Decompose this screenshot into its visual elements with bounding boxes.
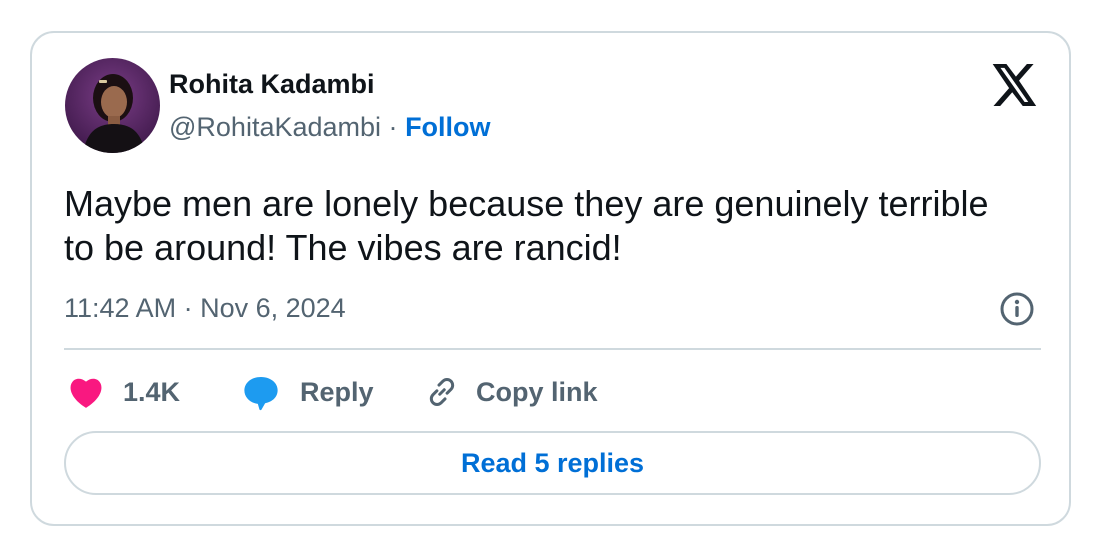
- speech-bubble-icon: [244, 376, 278, 411]
- tweet-card: Rohita Kadambi @RohitaKadambi · Follow M…: [30, 31, 1071, 526]
- author-name[interactable]: Rohita Kadambi: [169, 69, 375, 100]
- x-logo-svg: [992, 64, 1037, 106]
- tweet-text: Maybe men are lonely because they are ge…: [64, 183, 989, 268]
- avatar-image: [65, 58, 160, 153]
- x-logo-icon[interactable]: [992, 64, 1038, 106]
- copy-link-button[interactable]: Copy link: [424, 370, 598, 414]
- heart-icon: [70, 378, 102, 408]
- author-meta: @RohitaKadambi · Follow: [169, 112, 491, 143]
- like-button[interactable]: 1.4K: [68, 370, 180, 414]
- link-icon: [429, 378, 455, 406]
- reply-button[interactable]: Reply: [242, 370, 374, 414]
- author-handle[interactable]: @RohitaKadambi: [169, 112, 381, 142]
- like-count: 1.4K: [123, 376, 181, 407]
- reply-label: Reply: [300, 376, 374, 407]
- divider: [64, 348, 1041, 350]
- tweet-timestamp[interactable]: 11:42 AM · Nov 6, 2024: [64, 293, 346, 324]
- info-icon[interactable]: [999, 291, 1035, 327]
- read-replies-button[interactable]: Read 5 replies: [64, 431, 1041, 495]
- copy-link-label: Copy link: [476, 376, 598, 407]
- meta-separator: ·: [388, 112, 398, 142]
- follow-link[interactable]: Follow: [405, 112, 490, 142]
- info-icon-svg: [1000, 292, 1034, 326]
- author-avatar[interactable]: [65, 58, 160, 153]
